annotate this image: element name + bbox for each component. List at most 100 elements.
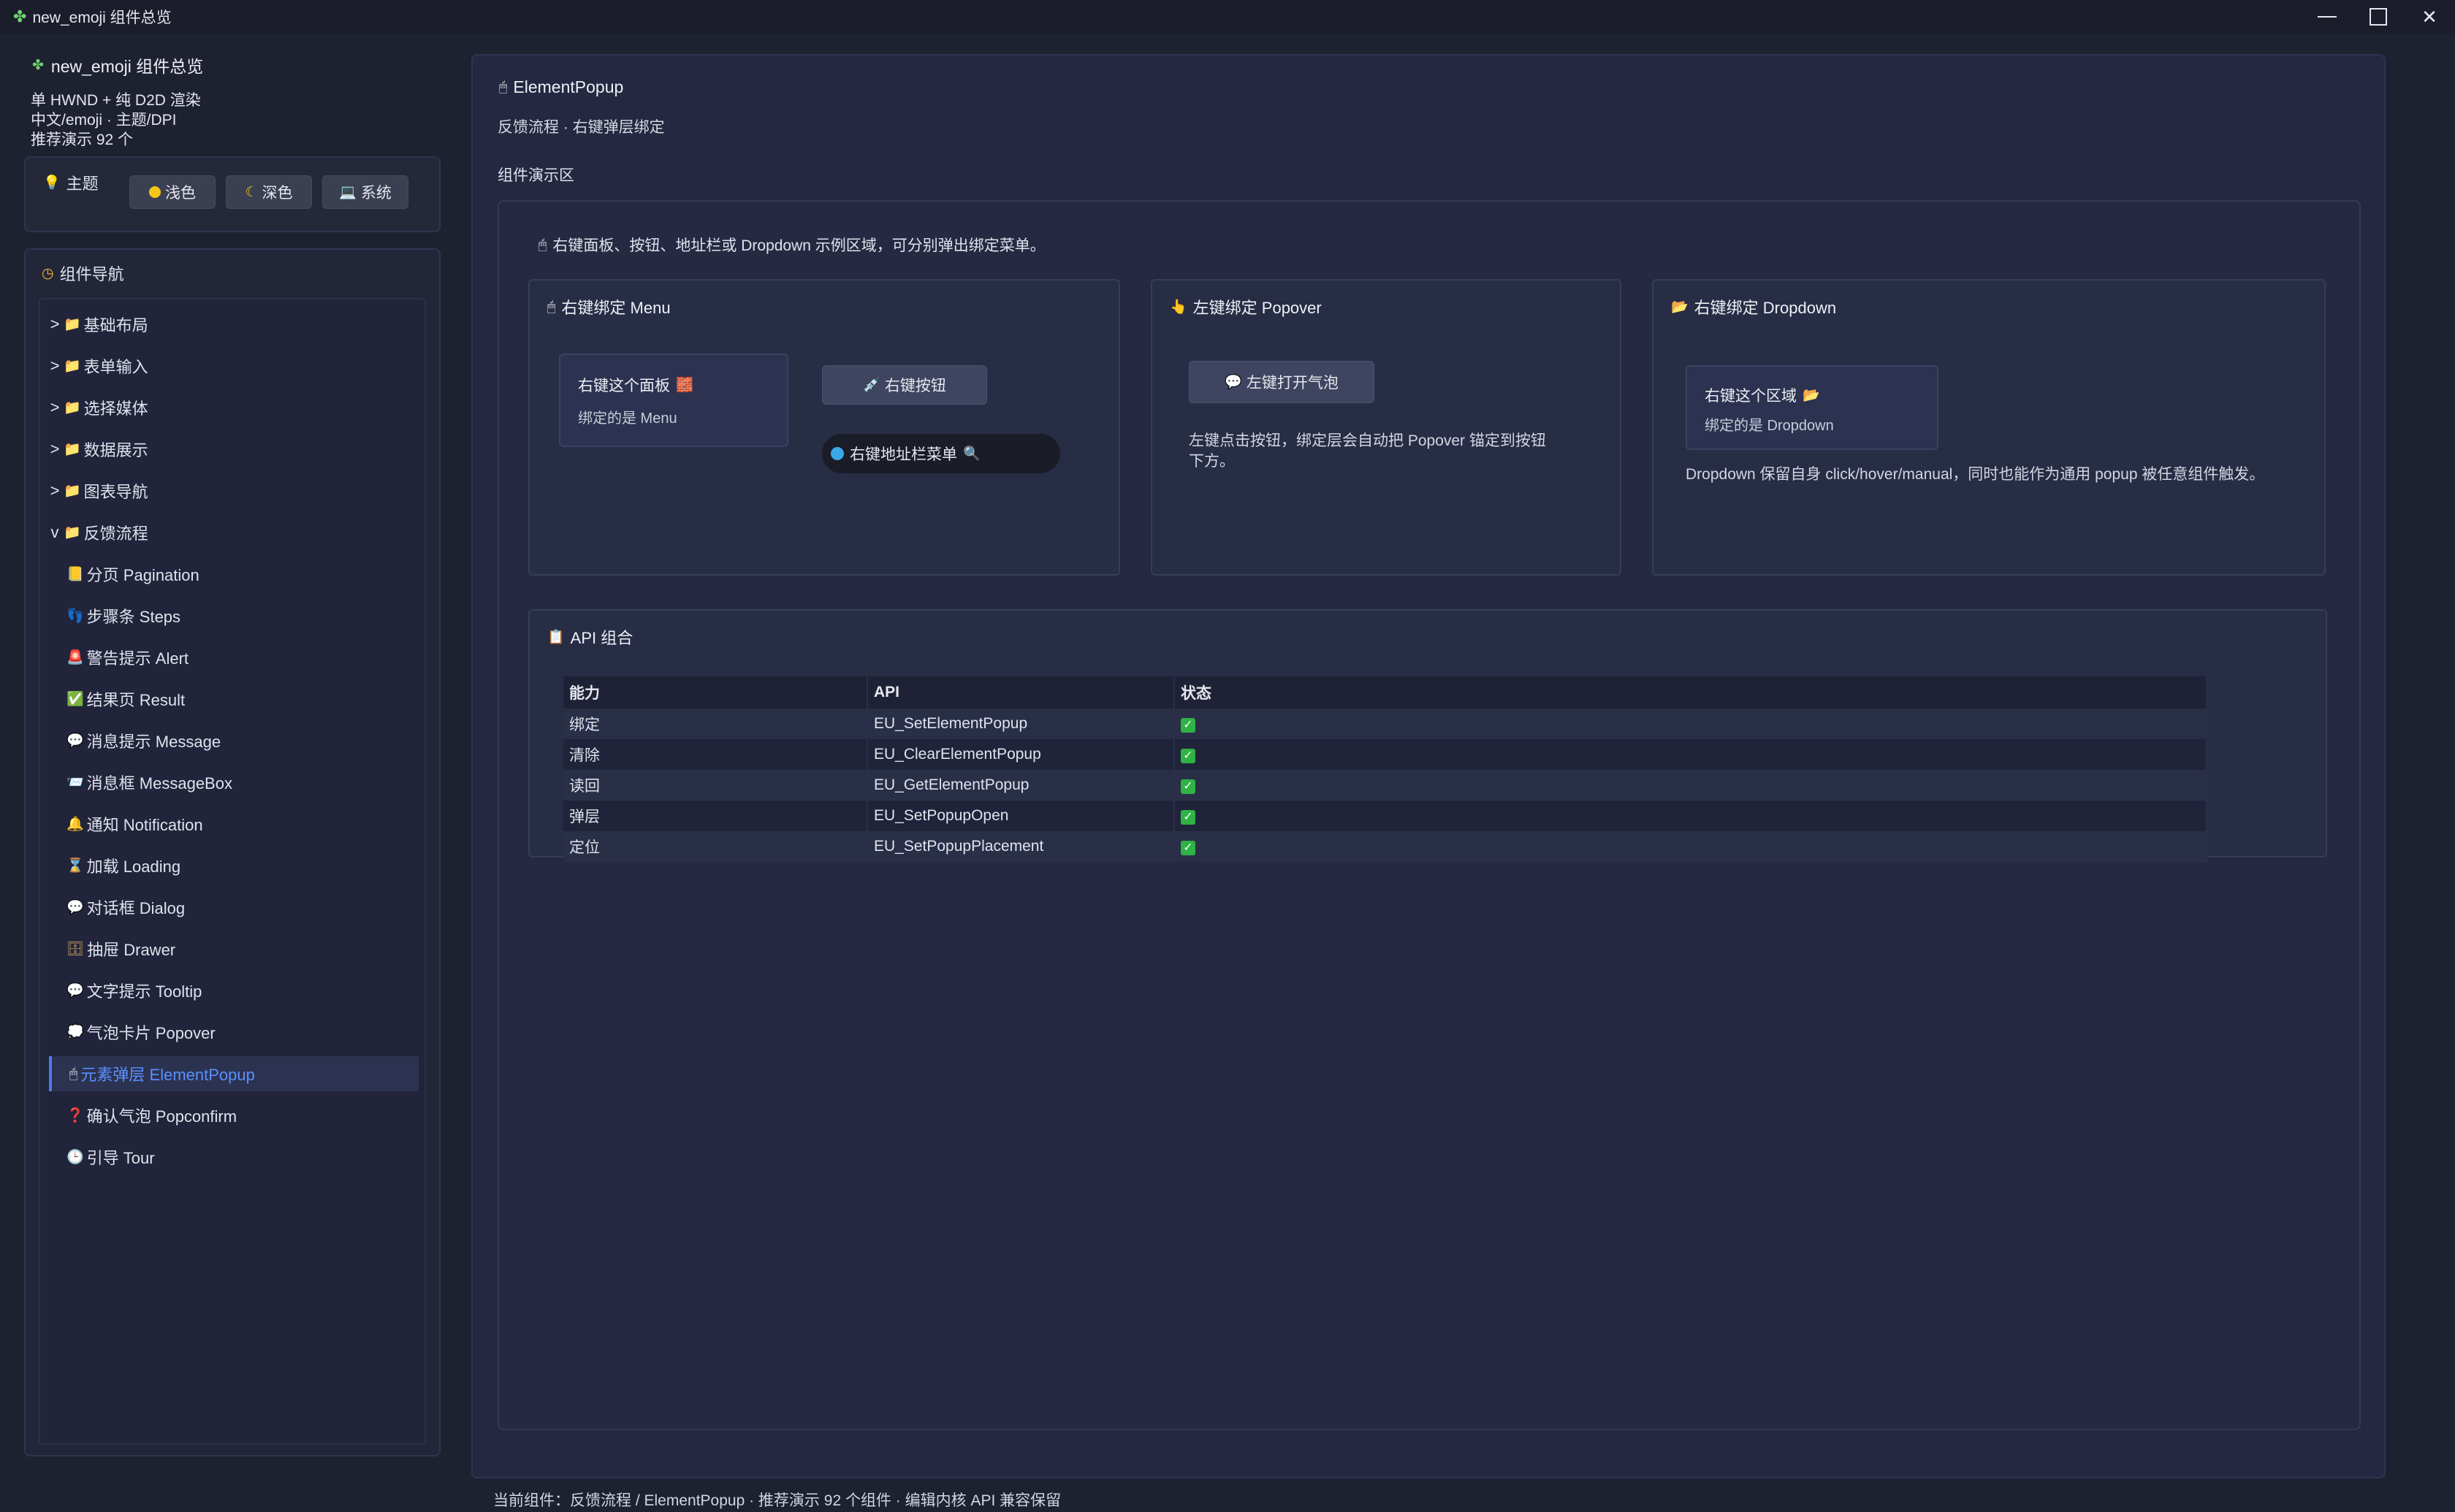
theme-dark-label: 深色 (262, 185, 293, 202)
minimize-button[interactable] (2302, 0, 2353, 34)
status-cell: ✓ (1174, 709, 2207, 739)
close-button[interactable]: ✕ (2404, 0, 2455, 34)
theme-light-button[interactable]: 浅色 (129, 175, 216, 209)
status-bar: 当前组件：反馈流程 / ElementPopup · 推荐演示 92 个组件 ·… (493, 1492, 1062, 1509)
yellow-circle-icon (149, 186, 161, 198)
check-mark-icon: ✓ (1181, 749, 1195, 763)
demo-hint-text: 右键面板、按钮、地址栏或 Dropdown 示例区域，可分别弹出绑定菜单。 (552, 237, 1046, 254)
nav-item-label: 数据展示 (83, 441, 148, 459)
nav-item-label: 结果页 Result (86, 691, 186, 709)
footprints-icon: 👣 (66, 608, 84, 624)
api-title-text: API 组合 (570, 629, 633, 647)
right-click-dropdown-area[interactable]: 右键这个区域 📂 绑定的是 Dropdown (1686, 365, 1938, 450)
api-cell: EU_SetPopupPlacement (867, 831, 1175, 862)
chevron-right-icon: > (50, 440, 60, 458)
minimize-icon (2318, 16, 2337, 18)
nav-group[interactable]: > 📁 数据展示 (49, 432, 419, 467)
nav-item-label: 消息提示 Message (86, 733, 221, 751)
theme-label: 💡 主题 (43, 171, 99, 194)
folder-icon: 📁 (64, 483, 81, 499)
table-row: 绑定 EU_SetElementPopup ✓ (563, 709, 2207, 739)
drawer-icon: 🗄 (66, 941, 85, 957)
nav-item[interactable]: 💬 对话框 Dialog (49, 890, 419, 925)
check-mark-icon: ✓ (1181, 841, 1195, 855)
nav-item[interactable]: ✅ 结果页 Result (49, 681, 419, 717)
app-logo-icon: ✤ (32, 57, 44, 73)
nav-item[interactable]: 🚨 警告提示 Alert (49, 640, 419, 675)
info-line: 推荐演示 92 个 (31, 131, 134, 148)
mouse-icon: 🖱 (547, 299, 556, 315)
mouse-icon: 🖱 (499, 80, 508, 95)
maximize-button[interactable] (2353, 0, 2404, 34)
chevron-right-icon: > (50, 356, 60, 375)
status-cell: ✓ (1174, 770, 2207, 801)
nav-item-label: 步骤条 Steps (86, 608, 181, 626)
nav-item[interactable]: 🖱 元素弹层 ElementPopup (49, 1056, 419, 1091)
nav-group[interactable]: > 📁 图表导航 (49, 473, 419, 508)
right-click-button-label: 右键按钮 (884, 378, 946, 394)
theme-system-button[interactable]: 💻 系统 (322, 175, 408, 209)
search-icon: 🔍 (963, 446, 981, 462)
brick-icon: 🧱 (676, 377, 693, 393)
theme-label-text: 主题 (66, 175, 99, 193)
address-bar-text: 右键地址栏菜单 (850, 446, 957, 463)
nav-item-label: 表单输入 (83, 358, 148, 376)
title-bar: ✤ new_emoji 组件总览 ✕ (0, 0, 2455, 34)
column-header: 能力 (563, 676, 868, 709)
panel-subtitle: 绑定的是 Menu (578, 411, 677, 427)
card-menu-binding: 🖱 右键绑定 Menu 右键这个面板 🧱 绑定的是 Menu 💉 右键按钮 右键… (528, 279, 1120, 576)
nav-title: ◷ 组件导航 (42, 261, 124, 285)
area-subtitle: 绑定的是 Dropdown (1705, 418, 1834, 434)
card-popover-title-text: 左键绑定 Popover (1192, 299, 1322, 317)
clipboard-icon: 📋 (547, 629, 565, 645)
page-title-text: ElementPopup (513, 77, 624, 96)
check-mark-icon: ✓ (1181, 779, 1195, 794)
info-line: 单 HWND + 纯 D2D 渲染 (31, 92, 201, 109)
card-menu-title-text: 右键绑定 Menu (561, 299, 671, 317)
nav-item[interactable]: 🔔 通知 Notification (49, 806, 419, 841)
theme-card: 💡 主题 浅色 ☾ 深色 💻 系统 (24, 156, 441, 232)
api-cell: EU_GetElementPopup (867, 770, 1175, 801)
table-row: 读回 EU_GetElementPopup ✓ (563, 770, 2207, 801)
sidebar-info: 单 HWND + 纯 D2D 渲染 中文/emoji · 主题/DPI 推荐演示… (31, 91, 201, 150)
panel-title: 右键这个面板 🧱 (578, 374, 693, 396)
nav-group[interactable]: > 📁 表单输入 (49, 348, 419, 383)
nav-title-text: 组件导航 (59, 265, 124, 283)
theme-system-label: 系统 (360, 185, 392, 202)
chevron-right-icon: > (50, 315, 60, 333)
api-cell: EU_SetPopupOpen (867, 801, 1175, 831)
left-click-popover-button[interactable]: 💬 左键打开气泡 (1189, 361, 1374, 403)
laptop-icon: 💻 (339, 184, 357, 200)
nav-group[interactable]: > 📁 基础布局 (49, 307, 419, 342)
dropdown-description: Dropdown 保留自身 click/hover/manual，同时也能作为通… (1686, 466, 2265, 483)
nav-item[interactable]: 👣 步骤条 Steps (49, 598, 419, 633)
capability-cell: 绑定 (563, 709, 868, 739)
theme-dark-button[interactable]: ☾ 深色 (226, 175, 312, 209)
nav-item[interactable]: ⌛ 加载 Loading (49, 848, 419, 883)
card-dropdown-title-text: 右键绑定 Dropdown (1694, 299, 1837, 317)
nav-item[interactable]: 📨 消息框 MessageBox (49, 765, 419, 800)
nav-item-label: 元素弹层 ElementPopup (80, 1066, 255, 1084)
nav-item-label: 反馈流程 (83, 524, 148, 543)
nav-group[interactable]: > 📁 选择媒体 (49, 390, 419, 425)
address-bar-input[interactable]: 右键地址栏菜单 🔍 (822, 434, 1060, 473)
right-click-menu-panel[interactable]: 右键这个面板 🧱 绑定的是 Menu (559, 354, 788, 447)
folder-icon: 📁 (64, 400, 81, 416)
right-click-button[interactable]: 💉 右键按钮 (822, 365, 987, 405)
nav-item[interactable]: 💭 气泡卡片 Popover (49, 1015, 419, 1050)
nav-item[interactable]: 💬 文字提示 Tooltip (49, 973, 419, 1008)
nav-item-label: 分页 Pagination (86, 566, 199, 584)
nav-item[interactable]: ❓ 确认气泡 Popconfirm (49, 1098, 419, 1133)
nav-item[interactable]: 🗄 抽屉 Drawer (49, 931, 419, 966)
nav-item[interactable]: 🕒 引导 Tour (49, 1139, 419, 1175)
book-icon: 📒 (66, 566, 84, 582)
column-header: API (867, 676, 1175, 709)
nav-item[interactable]: 📒 分页 Pagination (49, 557, 419, 592)
crescent-moon-icon: ☾ (245, 184, 258, 200)
dialog-icon: 💬 (66, 899, 84, 915)
card-popover-title: 👆 左键绑定 Popover (1170, 295, 1322, 318)
demo-hint: 🖱 右键面板、按钮、地址栏或 Dropdown 示例区域，可分别弹出绑定菜单。 (538, 234, 1046, 256)
nav-tree[interactable]: > 📁 基础布局 > 📁 表单输入 > 📁 选择媒体 > 📁 数据展示 > 📁 图表导航 v 📁 反馈流程 📒 分页 … (39, 298, 426, 1445)
nav-group[interactable]: v 📁 反馈流程 (49, 515, 419, 550)
nav-item[interactable]: 💬 消息提示 Message (49, 723, 419, 758)
